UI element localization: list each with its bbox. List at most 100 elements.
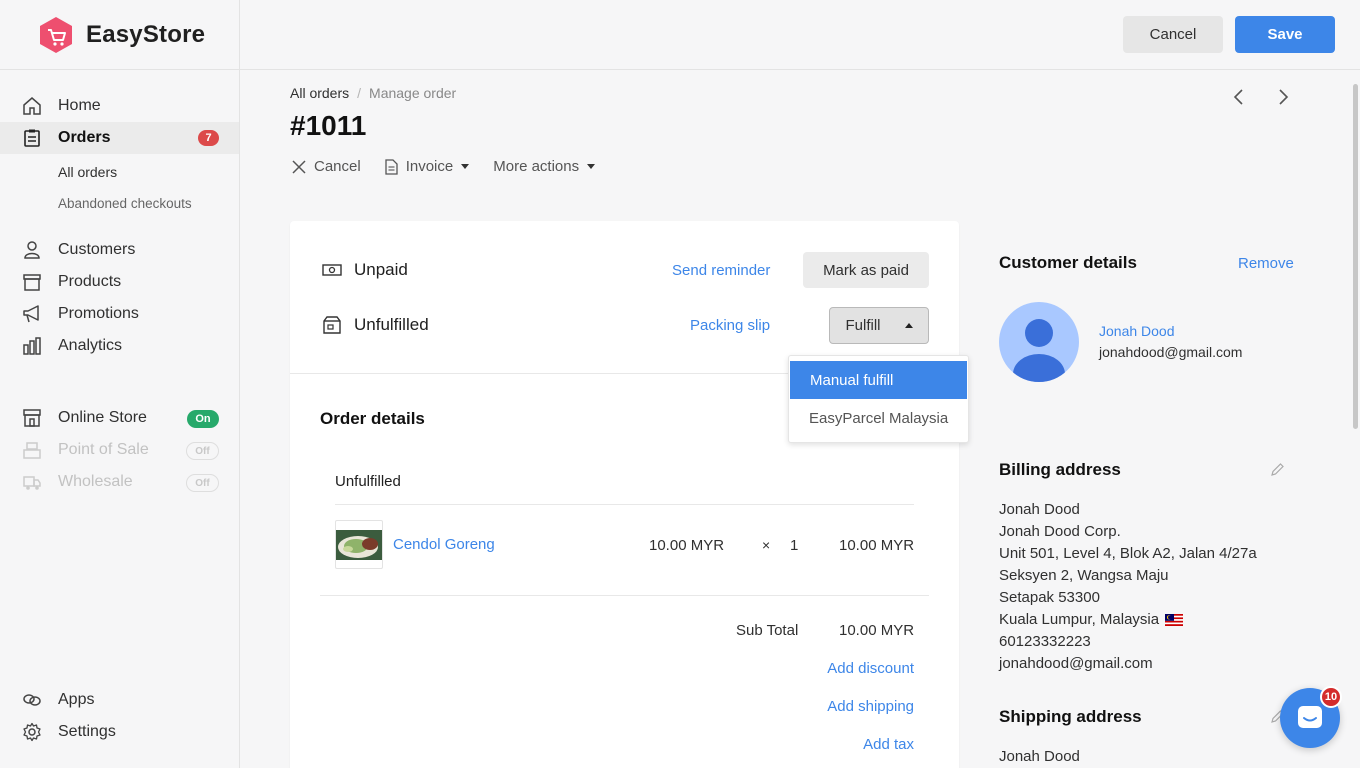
- add-tax-link[interactable]: Add tax: [863, 736, 914, 753]
- cancel-order-action[interactable]: Cancel: [292, 158, 361, 175]
- sidebar-subitem-abandoned-checkouts[interactable]: Abandoned checkouts: [58, 196, 192, 211]
- avatar: [999, 302, 1079, 382]
- breadcrumb: All orders / Manage order: [290, 85, 457, 101]
- remove-customer-link[interactable]: Remove: [1238, 255, 1294, 272]
- cash-register-icon: [22, 440, 42, 460]
- orders-count-badge: 7: [198, 130, 219, 146]
- cancel-button[interactable]: Cancel: [1123, 16, 1223, 53]
- sidebar-item-online-store[interactable]: Online Store On: [0, 402, 239, 434]
- user-avatar-icon: [999, 302, 1079, 382]
- caret-up-icon: [904, 323, 913, 328]
- invoice-label: Invoice: [405, 158, 454, 175]
- caret-down-icon: [587, 164, 596, 169]
- cancel-order-label: Cancel: [314, 158, 361, 175]
- apps-icon: [22, 690, 42, 710]
- sidebar-item-label: Customers: [58, 241, 136, 258]
- order-details-title: Order details: [320, 409, 425, 428]
- sidebar-item-label: Analytics: [58, 337, 123, 354]
- sidebar-item-label: Home: [58, 97, 101, 114]
- more-actions-dropdown[interactable]: More actions: [493, 158, 596, 175]
- sidebar: EasyStore Home Orders 7 All orders Aband…: [0, 0, 240, 768]
- sidebar-item-wholesale[interactable]: Wholesale Off: [0, 466, 239, 498]
- menu-item-easyparcel-malaysia[interactable]: EasyParcel Malaysia: [789, 399, 968, 437]
- food-image-icon: [336, 529, 382, 560]
- sidebar-item-label: Online Store: [58, 409, 147, 426]
- chat-unread-badge: 10: [1320, 686, 1342, 708]
- previous-order-chevron-left-icon[interactable]: [1232, 88, 1246, 111]
- add-discount-link[interactable]: Add discount: [827, 660, 914, 677]
- item-price: 10.00 MYR: [649, 537, 725, 554]
- billing-line: 60123332223: [999, 633, 1091, 650]
- subtotal-value: 10.00 MYR: [839, 622, 915, 639]
- brand-logo[interactable]: EasyStore: [0, 0, 239, 70]
- gear-icon: [22, 722, 42, 742]
- subtotal-label: Sub Total: [736, 622, 799, 639]
- breadcrumb-all-orders[interactable]: All orders: [290, 85, 349, 101]
- sidebar-item-label: Products: [58, 273, 122, 290]
- page-scrollbar[interactable]: [1353, 84, 1358, 429]
- wholesale-truck-icon: [22, 472, 42, 492]
- megaphone-icon: [22, 304, 42, 324]
- fulfill-dropdown-button[interactable]: Fulfill: [829, 307, 929, 344]
- times-symbol: ×: [762, 537, 771, 553]
- sidebar-item-home[interactable]: Home: [0, 90, 239, 122]
- divider: [335, 504, 914, 505]
- point-of-sale-status-badge: Off: [186, 442, 219, 460]
- sidebar-subitem-all-orders[interactable]: All orders: [58, 164, 117, 180]
- chat-widget-button[interactable]: 10: [1280, 686, 1342, 748]
- add-shipping-link[interactable]: Add shipping: [827, 698, 914, 715]
- more-actions-label: More actions: [493, 158, 580, 175]
- sidebar-item-label: Promotions: [58, 305, 139, 322]
- cash-icon: [322, 262, 342, 278]
- save-button[interactable]: Save: [1235, 16, 1335, 53]
- sidebar-item-label: Settings: [58, 723, 116, 740]
- online-store-status-badge: On: [187, 410, 219, 428]
- product-name-link[interactable]: Cendol Goreng: [393, 536, 495, 553]
- sidebar-item-point-of-sale[interactable]: Point of Sale Off: [0, 434, 239, 466]
- sidebar-item-label: Orders: [58, 129, 111, 146]
- packing-slip-link[interactable]: Packing slip: [690, 317, 770, 334]
- invoice-dropdown[interactable]: Invoice: [385, 158, 470, 175]
- billing-line: Kuala Lumpur, Malaysia: [999, 611, 1160, 628]
- fulfillment-status: Unfulfilled: [322, 315, 429, 335]
- sidebar-item-settings[interactable]: Settings: [0, 716, 239, 748]
- sidebar-item-apps[interactable]: Apps: [0, 684, 239, 716]
- wholesale-status-badge: Off: [186, 474, 219, 492]
- mark-as-paid-button[interactable]: Mark as paid: [803, 252, 929, 288]
- breadcrumb-current: Manage order: [369, 85, 457, 101]
- fulfillment-status-label: Unfulfilled: [354, 315, 429, 334]
- billing-address-block: Jonah Dood Jonah Dood Corp. Unit 501, Le…: [999, 499, 1257, 675]
- sidebar-item-label: Apps: [58, 691, 95, 708]
- send-reminder-link[interactable]: Send reminder: [672, 262, 770, 279]
- payment-status: Unpaid: [322, 260, 408, 280]
- orders-icon: [22, 128, 42, 148]
- product-thumbnail[interactable]: [335, 520, 383, 569]
- sidebar-item-promotions[interactable]: Promotions: [0, 298, 239, 330]
- sidebar-item-products[interactable]: Products: [0, 266, 239, 298]
- next-order-chevron-right-icon[interactable]: [1276, 88, 1290, 111]
- customer-name-link[interactable]: Jonah Dood: [1099, 323, 1175, 339]
- shipping-address-line: Jonah Dood: [999, 748, 1080, 765]
- fulfill-button-label: Fulfill: [845, 317, 881, 334]
- fulfill-dropdown-menu: Manual fulfill EasyParcel Malaysia: [788, 355, 969, 443]
- billing-line: Unit 501, Level 4, Blok A2, Jalan 4/27a: [999, 545, 1257, 562]
- chat-bubble-icon: [1295, 703, 1325, 733]
- sidebar-item-orders[interactable]: Orders 7: [0, 122, 239, 154]
- edit-billing-pencil-icon[interactable]: [1270, 462, 1285, 482]
- billing-line: jonahdood@gmail.com: [999, 655, 1153, 672]
- storefront-icon: [22, 408, 42, 428]
- sidebar-item-analytics[interactable]: Analytics: [0, 330, 239, 362]
- divider: [320, 595, 929, 596]
- billing-address-title: Billing address: [999, 460, 1121, 479]
- box-icon: [22, 272, 42, 292]
- user-icon: [22, 240, 42, 260]
- menu-item-manual-fulfill[interactable]: Manual fulfill: [790, 361, 967, 399]
- malaysia-flag-icon: [1165, 614, 1184, 626]
- close-icon: [292, 159, 306, 174]
- billing-line: Jonah Dood: [999, 501, 1080, 518]
- item-total: 10.00 MYR: [839, 537, 915, 554]
- payment-status-label: Unpaid: [354, 260, 408, 279]
- billing-country-row: Kuala Lumpur, Malaysia: [999, 609, 1257, 631]
- document-icon: [385, 158, 398, 175]
- sidebar-item-customers[interactable]: Customers: [0, 234, 239, 266]
